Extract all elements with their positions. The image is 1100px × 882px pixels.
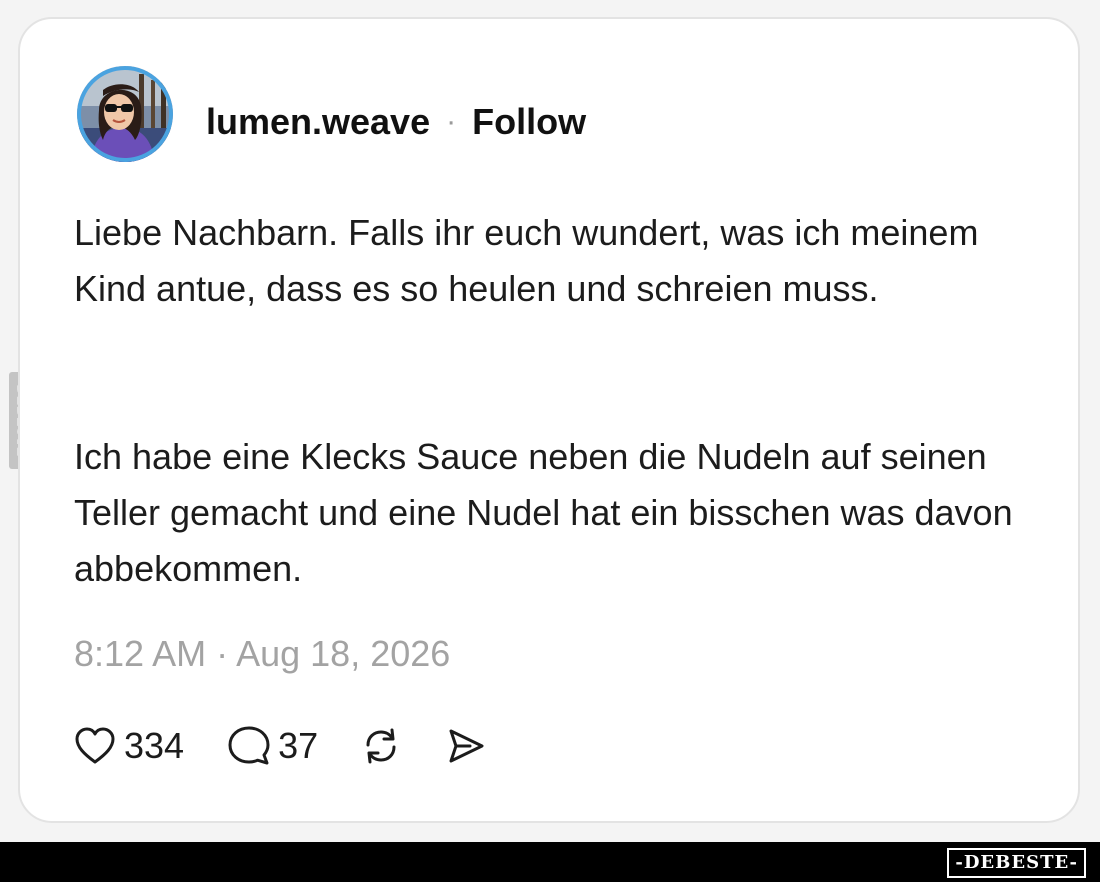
- like-count: 334: [124, 725, 185, 766]
- repost-icon: [366, 728, 396, 764]
- post-text-paragraph-1: Liebe Nachbarn. Falls ihr euch wundert, …: [74, 212, 979, 309]
- post-actions: 334 37: [74, 720, 486, 772]
- reply-button[interactable]: 37: [228, 725, 318, 767]
- reply-count: 37: [278, 725, 319, 766]
- like-button[interactable]: 334: [74, 725, 184, 767]
- send-icon: [449, 729, 484, 763]
- post-header: lumen.weave · Follow: [206, 98, 586, 146]
- follow-button[interactable]: Follow: [472, 101, 586, 143]
- repost-button[interactable]: [360, 725, 402, 767]
- bottom-watermark-logo: -DEBESTE-: [947, 848, 1086, 878]
- post-timestamp[interactable]: 8:12 AM · Aug 18, 2026: [74, 633, 450, 675]
- username-link[interactable]: lumen.weave: [206, 101, 430, 143]
- speech-bubble-icon: [228, 726, 270, 765]
- heart-icon: [75, 727, 115, 764]
- avatar-image: [77, 66, 173, 162]
- share-button[interactable]: [446, 726, 486, 766]
- bottom-watermark-bar: -DEBESTE-: [0, 842, 1100, 882]
- avatar[interactable]: [77, 66, 173, 162]
- header-separator: ·: [446, 105, 457, 138]
- post-text-paragraph-2: Ich habe eine Klecks Sauce neben die Nud…: [74, 436, 1013, 589]
